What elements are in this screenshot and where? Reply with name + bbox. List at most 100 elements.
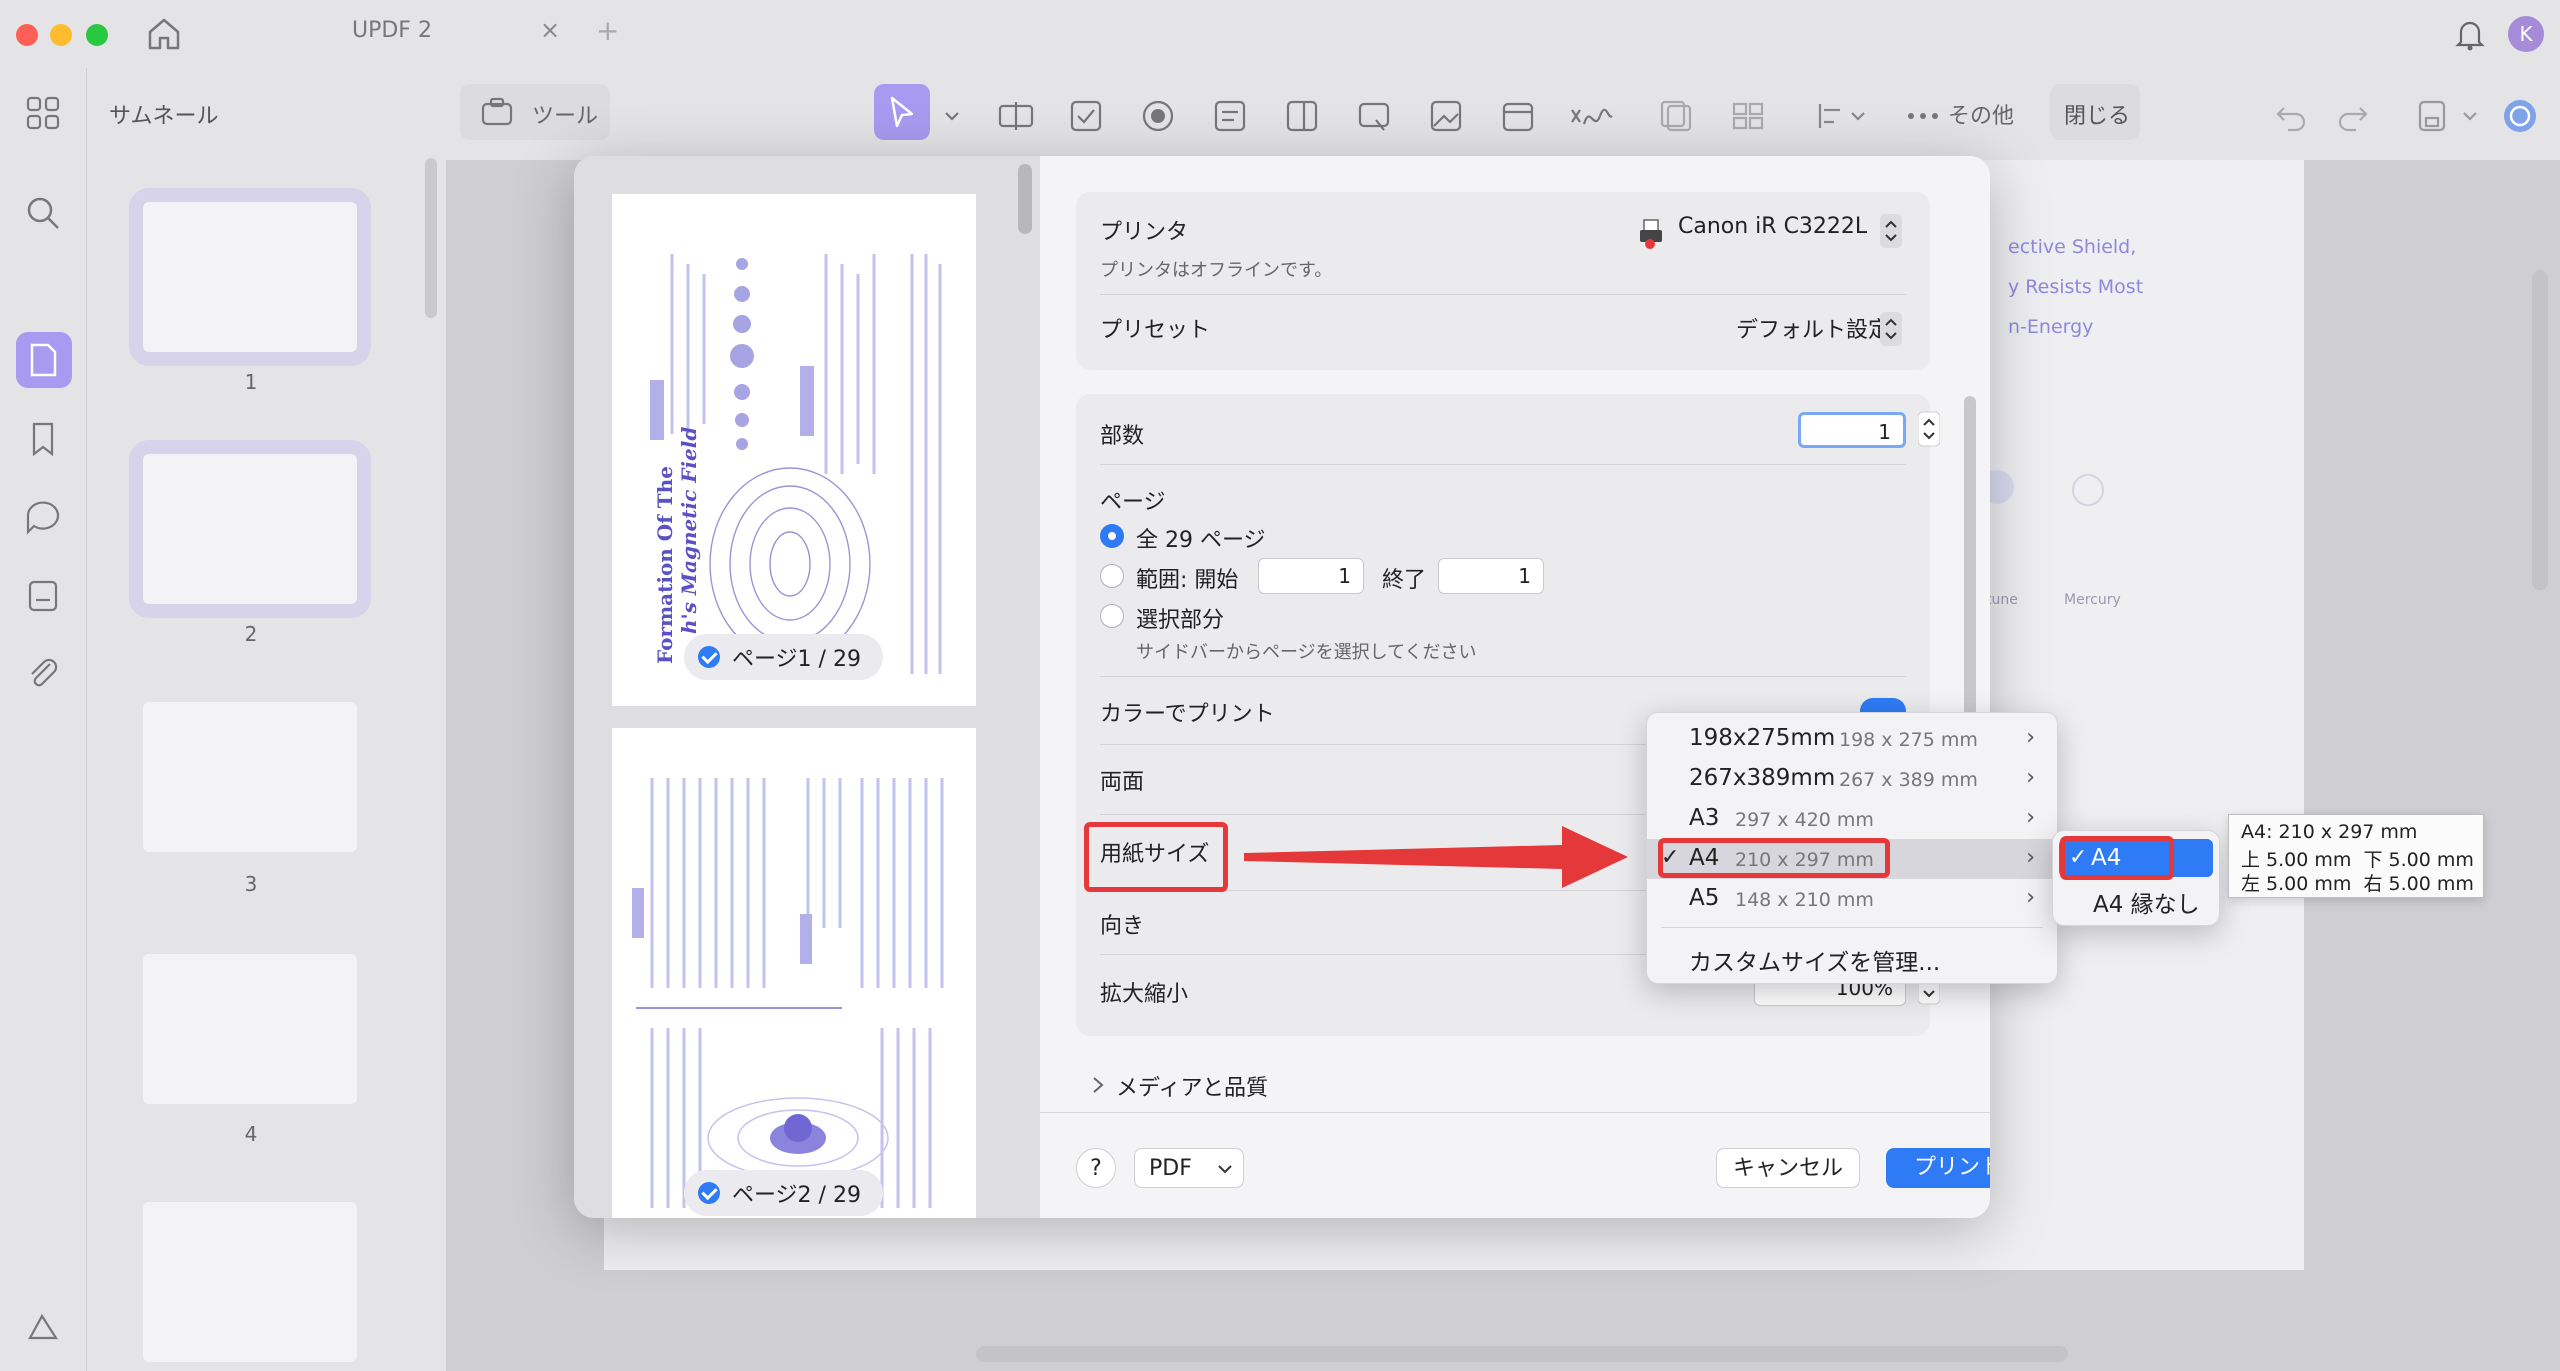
preview-page-1-title-b: h's Magnetic Field xyxy=(677,427,701,634)
paper-item-198x275[interactable]: 198x275mm 198 x 275 mm › xyxy=(1647,719,2057,759)
radio-button-icon[interactable] xyxy=(1138,96,1178,136)
preview-page-1-checkbox[interactable]: ページ1 / 29 xyxy=(684,634,883,680)
help-button[interactable]: ? xyxy=(1076,1148,1116,1188)
range-end-input[interactable]: 1 xyxy=(1438,558,1544,594)
thumbnail-page-3[interactable] xyxy=(143,702,357,852)
tooltip-line: 左 5.00 mm 右 5.00 mm xyxy=(2241,873,2474,895)
attachment-icon[interactable] xyxy=(22,652,64,694)
paper-dims: 297 x 420 mm xyxy=(1735,809,1874,831)
paper-item-a3[interactable]: A3 297 x 420 mm › xyxy=(1647,799,2057,839)
list-box-icon[interactable] xyxy=(1210,96,1250,136)
orientation-label: 向き xyxy=(1100,914,1145,939)
avatar[interactable]: K xyxy=(2508,16,2544,52)
undo-icon[interactable] xyxy=(2270,96,2310,136)
a4-item-highlight xyxy=(1658,838,1890,878)
printer-popup-arrows-icon[interactable] xyxy=(1880,212,1902,250)
preview-scrollbar[interactable] xyxy=(1018,164,1032,234)
dropdown-field-icon[interactable] xyxy=(1282,96,1322,136)
tab-close-icon[interactable]: × xyxy=(540,16,560,44)
manage-custom-sizes-item[interactable]: カスタムサイズを管理... xyxy=(1647,937,2057,977)
thumbnail-page-number: 2 xyxy=(244,622,258,646)
layers-icon[interactable] xyxy=(22,1308,64,1350)
bell-icon[interactable] xyxy=(2452,16,2488,52)
preset-popup-arrows-icon[interactable] xyxy=(1880,310,1902,348)
document-tab[interactable]: UPDF 2 xyxy=(352,18,432,43)
chevron-down-icon[interactable] xyxy=(942,96,962,136)
cancel-button[interactable]: キャンセル xyxy=(1716,1148,1860,1188)
select-tool-button[interactable] xyxy=(874,84,930,140)
zoom-window-button[interactable] xyxy=(86,24,108,46)
more-label[interactable]: その他 xyxy=(1948,98,2014,130)
comment-icon[interactable] xyxy=(22,496,64,538)
checkbox-icon[interactable] xyxy=(1066,96,1106,136)
chevron-down-icon[interactable] xyxy=(2460,96,2480,136)
image-field-icon[interactable] xyxy=(1426,96,1466,136)
preview-page-2[interactable] xyxy=(612,728,976,1218)
thumbnail-page-5[interactable] xyxy=(143,1202,357,1362)
new-tab-icon[interactable]: + xyxy=(596,14,619,47)
align-icon[interactable] xyxy=(1814,96,1870,136)
apps-grid-icon[interactable] xyxy=(22,92,64,134)
selection-label: 選択部分 xyxy=(1136,608,1225,633)
media-quality-section[interactable]: メディアと品質 xyxy=(1116,1070,1268,1102)
ai-assistant-icon[interactable] xyxy=(2500,96,2540,136)
all-pages-label: 全 29 ページ xyxy=(1136,528,1266,553)
form-icon[interactable] xyxy=(22,574,64,616)
range-start-input[interactable]: 1 xyxy=(1258,558,1364,594)
printer-card: プリンタ プリンタはオフラインです。 Canon iR C3222L プリセット… xyxy=(1076,192,1930,370)
thumbnail-page-2[interactable] xyxy=(129,440,371,618)
paper-dims: 198 x 275 mm xyxy=(1839,729,1978,751)
bookmark-icon[interactable] xyxy=(22,418,64,460)
pdf-menu-button[interactable]: PDF xyxy=(1134,1148,1244,1188)
preview-page-1[interactable]: Formation Of The h's Magnetic Field xyxy=(612,194,976,706)
save-icon[interactable] xyxy=(2412,96,2452,136)
selection-radio[interactable] xyxy=(1100,604,1124,628)
preview-page-2-checkbox[interactable]: ページ2 / 29 xyxy=(684,1170,883,1216)
print-button[interactable]: プリント xyxy=(1886,1148,1990,1188)
scale-label: 拡大縮小 xyxy=(1100,982,1189,1007)
menu-separator xyxy=(1661,927,2043,928)
a4-submenu-highlight xyxy=(2060,836,2174,880)
thumbnail-scrollbar[interactable] xyxy=(425,158,437,318)
thumbnail-page-4[interactable] xyxy=(143,954,357,1104)
page-thumbnail-icon[interactable] xyxy=(22,339,64,381)
search-icon[interactable] xyxy=(22,192,64,234)
home-icon[interactable] xyxy=(144,14,184,54)
tools-button[interactable]: ツール xyxy=(460,84,610,140)
printer-select[interactable]: Canon iR C3222L xyxy=(1678,214,1867,239)
minimize-window-button[interactable] xyxy=(50,24,72,46)
document-vertical-scrollbar[interactable] xyxy=(2532,270,2548,590)
signature-icon[interactable] xyxy=(1568,96,1616,136)
more-icon[interactable] xyxy=(1906,96,1940,136)
redo-icon[interactable] xyxy=(2334,96,2374,136)
chevron-right-icon[interactable] xyxy=(1090,1074,1106,1096)
all-pages-radio[interactable] xyxy=(1100,524,1124,548)
print-preview-pane: Formation Of The h's Magnetic Field ページ1… xyxy=(574,156,1040,1218)
thumbnail-page-1[interactable] xyxy=(129,188,371,366)
copies-stepper[interactable] xyxy=(1918,410,1940,448)
page-range-radio[interactable] xyxy=(1100,564,1124,588)
checkmark-icon xyxy=(698,1182,720,1204)
preview-page-2-label: ページ2 / 29 xyxy=(732,1183,861,1208)
thumbnail-page-number: 4 xyxy=(244,1122,258,1146)
preview-page-1-title-a: Formation Of The xyxy=(653,466,677,664)
paper-item-a5[interactable]: A5 148 x 210 mm › xyxy=(1647,879,2057,919)
copy-icon[interactable] xyxy=(1656,96,1696,136)
page-range-label: 範囲: 開始 xyxy=(1136,568,1239,593)
a4-borderless-item[interactable]: A4 縁なし xyxy=(2053,879,2219,919)
chevron-right-icon: › xyxy=(2026,765,2035,790)
copies-input[interactable]: 1 xyxy=(1798,412,1906,448)
calendar-icon[interactable] xyxy=(1498,96,1538,136)
chevron-down-icon xyxy=(1218,1165,1232,1174)
button-field-icon[interactable] xyxy=(1354,96,1394,136)
text-box-icon[interactable] xyxy=(996,96,1036,136)
close-edit-button[interactable]: 閉じる xyxy=(2050,84,2140,140)
grid-icon[interactable] xyxy=(1728,96,1768,136)
document-horizontal-scrollbar[interactable] xyxy=(976,1346,2068,1362)
paper-item-267x389[interactable]: 267x389mm 267 x 389 mm › xyxy=(1647,759,2057,799)
close-window-button[interactable] xyxy=(16,24,38,46)
settings-scrollbar[interactable] xyxy=(1964,396,1976,716)
document-text: n-Energy xyxy=(2008,316,2094,338)
preset-select[interactable]: デフォルト設定 xyxy=(1736,312,1890,344)
close-edit-label: 閉じる xyxy=(2064,104,2131,129)
